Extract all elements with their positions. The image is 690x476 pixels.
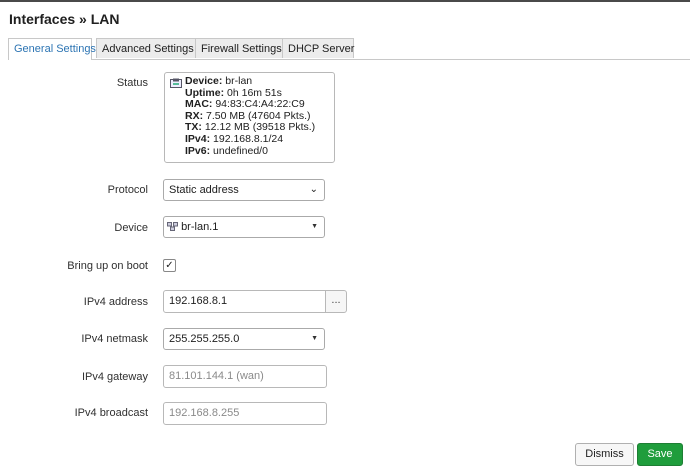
status-label: Status — [116, 77, 148, 89]
protocol-select[interactable]: Static address ⌄ — [163, 179, 325, 201]
device-value: br-lan.1 — [181, 221, 219, 233]
protocol-value: Static address — [169, 184, 239, 196]
triangle-down-icon: ▼ — [311, 223, 318, 230]
protocol-label: Protocol — [107, 184, 148, 196]
ipv4-broadcast-label: IPv4 broadcast — [74, 407, 148, 419]
ipv4-gateway-input[interactable]: 81.101.144.1 (wan) — [163, 365, 327, 388]
tab-bar: General Settings Advanced Settings Firew… — [8, 38, 690, 60]
bringup-checkbox[interactable]: ✓ — [163, 259, 176, 272]
bringup-label: Bring up on boot — [67, 260, 148, 272]
ipv4-gateway-label: IPv4 gateway — [81, 371, 148, 383]
status-details: Device: br-lan Uptime: 0h 16m 51s MAC: 9… — [185, 75, 315, 157]
ipv4-address-label: IPv4 address — [83, 296, 148, 308]
status-panel: Device: br-lan Uptime: 0h 16m 51s MAC: 9… — [164, 72, 335, 163]
checkmark-icon: ✓ — [165, 260, 174, 271]
status-row-ipv6: IPv6: undefined/0 — [185, 144, 268, 157]
ipv4-netmask-select[interactable]: 255.255.255.0 ▼ — [163, 328, 325, 350]
tab-advanced-settings[interactable]: Advanced Settings — [96, 38, 196, 58]
device-select[interactable]: br-lan.1 ▼ — [163, 216, 325, 238]
ipv4-address-input[interactable]: 192.168.8.1 — [163, 290, 326, 313]
page-title: Interfaces » LAN — [9, 11, 120, 27]
bridge-icon — [167, 222, 178, 231]
tab-dhcp-server[interactable]: DHCP Server — [282, 38, 354, 58]
dismiss-button[interactable]: Dismiss — [575, 443, 634, 466]
ethernet-port-icon — [170, 78, 182, 88]
tab-firewall-settings[interactable]: Firewall Settings — [195, 38, 285, 58]
ipv4-netmask-value: 255.255.255.0 — [169, 333, 240, 345]
tab-general-settings[interactable]: General Settings — [8, 38, 96, 60]
device-label: Device — [114, 222, 148, 234]
ipv4-netmask-label: IPv4 netmask — [81, 333, 148, 345]
ipv4-address-more-button[interactable]: ... — [325, 290, 347, 313]
triangle-down-icon: ▼ — [311, 335, 318, 342]
ipv4-broadcast-input[interactable]: 192.168.8.255 — [163, 402, 327, 425]
chevron-down-icon: ⌄ — [309, 184, 318, 195]
save-button[interactable]: Save — [637, 443, 683, 466]
